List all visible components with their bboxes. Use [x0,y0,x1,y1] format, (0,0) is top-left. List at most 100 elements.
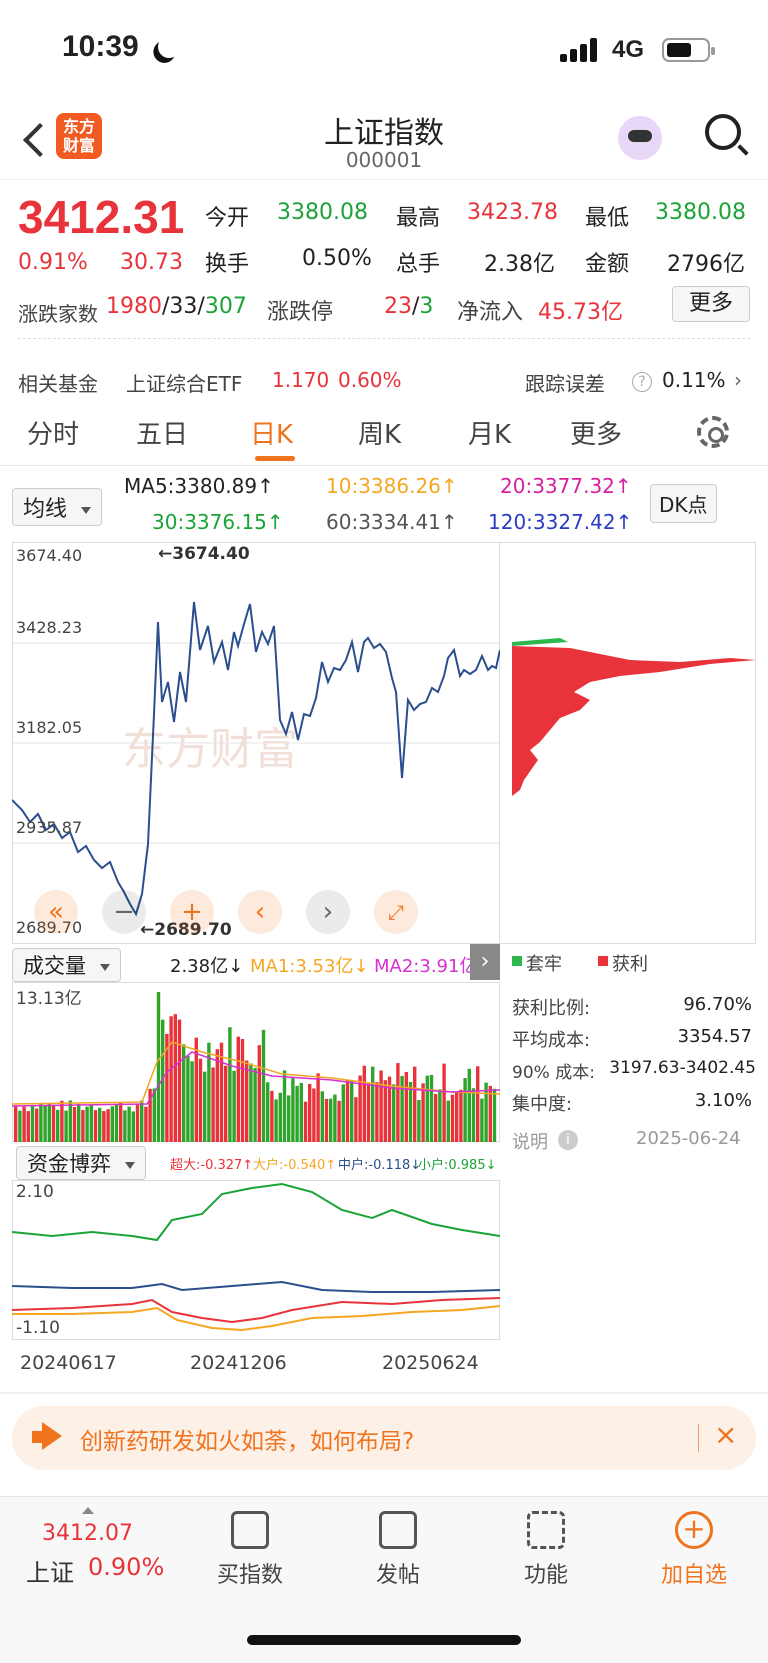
nav-buy-index[interactable]: 买指数 [190,1511,310,1589]
volume-bar [400,1075,404,1142]
profit-legend: 获利 [612,954,648,975]
limit-label: 涨跌停 [267,300,334,325]
status-time: 10:39 [62,30,139,63]
open-value: 3380.08 [277,200,368,225]
help-icon[interactable]: ? [632,372,652,392]
high-label: 最高 [396,206,441,231]
volume-bar [261,1029,266,1142]
gear-icon[interactable] [697,416,729,448]
battery-icon [662,38,715,62]
volume-bar [333,1094,337,1142]
volume-bar [362,1065,366,1142]
volume-bar [354,1097,358,1142]
volume-label: 总手 [396,252,441,277]
tab-underline [255,456,295,461]
search-icon[interactable] [705,114,741,150]
tab-more[interactable]: 更多 [570,414,622,451]
chart-trend-icon [231,1511,269,1549]
volume-bar [308,1083,312,1142]
tab-monthly-k[interactable]: 月K [468,414,511,451]
assistant-avatar-icon[interactable] [618,116,662,160]
zoom-in-icon[interactable]: + [170,890,214,934]
volume-bar [312,1088,316,1142]
price-chart: 东方财富 [12,601,500,917]
volume-bar [480,1098,484,1142]
capital-medium: 中户:-0.118↓ [338,1158,422,1173]
volume-bar [228,1027,232,1142]
trapped-legend-icon [512,956,522,966]
volume-bar [492,1088,497,1142]
volume-bar [413,1066,417,1142]
info-icon[interactable]: i [558,1130,578,1150]
volume-bar [127,1106,131,1142]
tab-weekly-k[interactable]: 周K [358,414,401,451]
prev-icon[interactable]: ‹ [238,890,282,934]
breadth-label: 涨跌家数 [18,302,98,326]
inflow-label: 净流入 [457,300,524,325]
volume-bar [396,1063,400,1142]
date-mid: 20241206 [190,1352,287,1374]
volume-bar [455,1092,459,1142]
amount-label: 金额 [585,252,630,277]
next-icon[interactable]: › [306,890,350,934]
date-start: 20240617 [20,1352,117,1374]
close-icon[interactable]: × [714,1418,737,1451]
capital-super-large: 超大:-0.327↑ [170,1158,254,1173]
fund-pct: 0.60% [338,368,402,392]
watermark: 东方财富 [122,724,298,775]
index-price[interactable]: 3412.07 [42,1521,133,1546]
volume-bar [135,1103,140,1142]
tab-five-day[interactable]: 五日 [136,414,188,451]
volume-bar [152,1088,156,1142]
expand-icon[interactable]: › [470,944,500,980]
chevron-right-icon[interactable]: › [734,368,742,392]
fund-name[interactable]: 上证综合ETF [126,368,242,397]
breadth-values: 1980/33/307 [106,294,247,319]
volume-bar [404,1071,408,1142]
volume-selector[interactable]: 成交量 [12,948,121,982]
trapped-legend: 套牢 [526,954,562,975]
y-label-3: 3182.05 [16,718,83,737]
fullscreen-icon[interactable]: ⤢ [374,890,418,934]
volume-bar [236,1036,240,1142]
turnover-value: 0.50% [302,246,372,271]
y-label-2: 3428.23 [16,618,83,637]
more-button[interactable]: 更多 [672,286,750,322]
change-value: 30.73 [120,250,183,275]
zoom-out-icon[interactable]: − [102,890,146,934]
volume-bar [156,992,161,1142]
period-tabs: 分时 五日 日K 周K 月K 更多 [0,400,768,466]
divider [18,338,750,339]
volume-bar [295,1085,299,1142]
index-name[interactable]: 上证 [26,1553,74,1588]
nav-functions[interactable]: 功能 [486,1511,606,1589]
up-arrow-icon [82,1507,94,1514]
volume-bar [119,1102,123,1142]
nav-post[interactable]: 发帖 [338,1511,458,1589]
volume-bar [337,1100,341,1142]
ma120-value: 120:3327.42↑ [488,510,633,534]
volume-bar [375,1082,379,1142]
chip-note-label[interactable]: 说明 [512,1128,548,1154]
tab-intraday[interactable]: 分时 [27,414,79,451]
volume-bar [177,1019,182,1142]
news-banner[interactable]: 创新药研发如火如荼，如何布局? × [12,1406,756,1470]
nav-add-watchlist[interactable]: + 加自选 [634,1511,754,1589]
capital-large: 大户:-0.540↑ [253,1158,337,1173]
capital-chart [12,1182,500,1332]
volume-bar [341,1084,345,1142]
volume-bar [30,1104,35,1142]
volume-bar [18,1110,22,1142]
rewind-icon[interactable]: « [34,890,78,934]
ma30-value: 30:3376.15↑ [152,510,284,534]
volume-bar [102,1111,106,1142]
volume-ma1: MA1:3.53亿↓ [250,956,369,977]
ma-selector[interactable]: 均线 [12,488,103,526]
capital-selector[interactable]: 资金博弈 [16,1146,146,1180]
dk-button[interactable]: DK点 [650,484,717,523]
grid-icon [527,1511,565,1549]
index-pct[interactable]: 0.90% [88,1553,164,1581]
chip-distribution-chart [512,638,756,796]
tab-daily-k[interactable]: 日K [250,414,293,451]
volume-bar [72,1106,77,1142]
